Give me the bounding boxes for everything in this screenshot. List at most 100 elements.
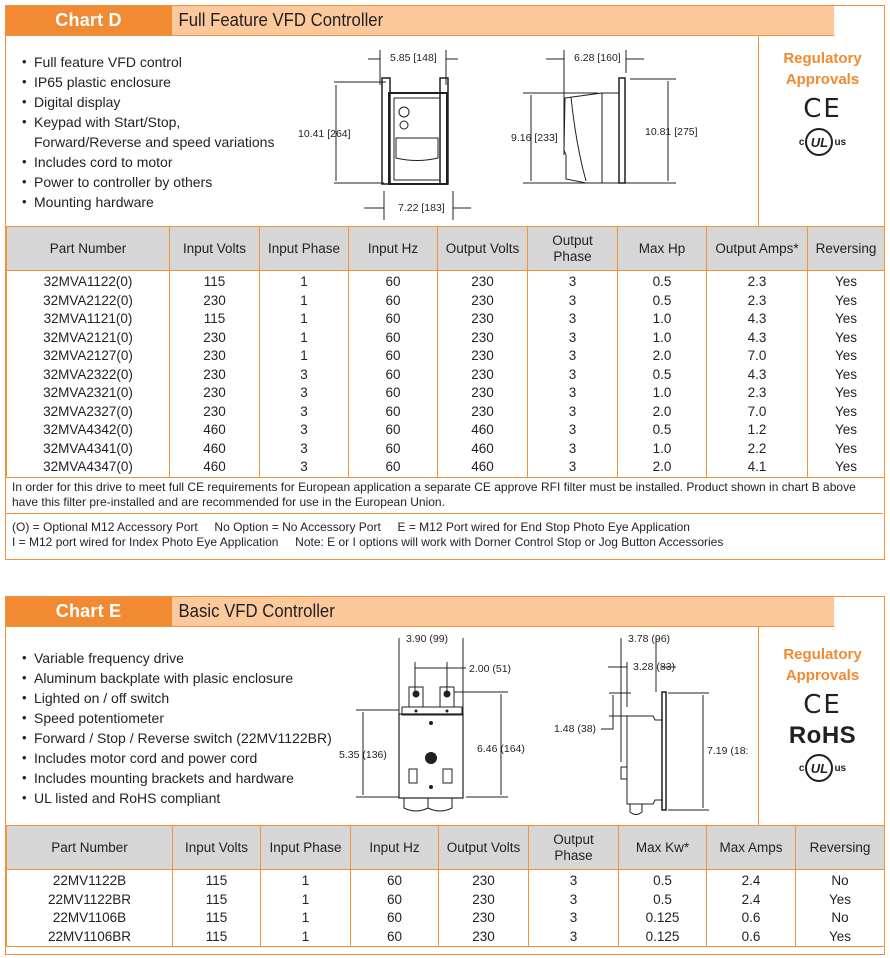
feature-item-text: Forward/Reverse and speed variations bbox=[34, 134, 275, 150]
table-cell: 0.5 bbox=[617, 270, 707, 292]
speed-potentiometer-knob bbox=[425, 752, 437, 764]
option-legend: (O) = Optional M12 Accessory Port No Opt… bbox=[6, 514, 883, 560]
chart-d-section: Chart D Full Feature VFD Controller Full… bbox=[4, 5, 885, 560]
mount-hole bbox=[443, 690, 451, 698]
table-cell: 22MV1106B bbox=[6, 909, 173, 928]
ce-mark-icon: CE bbox=[803, 690, 842, 720]
table-row: 22MV1122BR 115 1 60 230 3 0.5 2.4 Yes bbox=[6, 890, 885, 909]
chart-e-tag: Chart E bbox=[5, 597, 172, 627]
display-circle bbox=[398, 106, 410, 118]
feature-item-continuation: Forward/Reverse and speed variations bbox=[22, 132, 274, 152]
screw bbox=[429, 721, 433, 725]
table-cell: Yes bbox=[807, 310, 885, 329]
table-cell: 32MVA2321(0) bbox=[6, 384, 170, 403]
col-header: Output Volts bbox=[438, 825, 529, 870]
table-cell: 1.0 bbox=[617, 384, 707, 403]
table-cell: 115 bbox=[172, 869, 261, 891]
table-cell: 2.4 bbox=[706, 869, 796, 891]
table-cell: 60 bbox=[348, 291, 438, 310]
chart-e-header: Chart E Basic VFD Controller bbox=[4, 596, 885, 627]
table-cell: 2.3 bbox=[706, 291, 808, 310]
table-cell: Yes bbox=[807, 270, 885, 292]
dim-side-body-depth: 3.28 (83) bbox=[633, 661, 675, 673]
table-cell: 0.125 bbox=[618, 927, 707, 947]
col-header: Input Hz bbox=[348, 226, 438, 271]
table-cell: 60 bbox=[350, 909, 439, 928]
option-legend-line: (O) = Optional M12 Accessory Port No Opt… bbox=[12, 520, 690, 534]
chart-e-table-body: 22MV1122B 115 1 60 230 3 0.5 2.4 No 22MV1122BR 115… bbox=[6, 869, 885, 947]
table-cell: 460 bbox=[169, 439, 260, 458]
table-cell: 230 bbox=[438, 869, 529, 891]
ul-c-label: c bbox=[798, 762, 805, 774]
table-cell: 0.125 bbox=[618, 909, 707, 928]
table-cell: 230 bbox=[437, 365, 528, 384]
table-cell: 1 bbox=[260, 890, 351, 909]
table-cell: 3 bbox=[527, 270, 618, 292]
table-cell: 3 bbox=[259, 402, 349, 421]
table-cell: 22MV1122B bbox=[6, 869, 173, 891]
backplate bbox=[661, 691, 667, 811]
table-cell: 460 bbox=[437, 458, 528, 478]
table-cell: 2.4 bbox=[706, 890, 796, 909]
rohs-mark-icon: RoHS bbox=[788, 722, 857, 749]
chart-e-section: Chart E Basic VFD Controller Variable fr… bbox=[4, 596, 886, 955]
table-cell: No bbox=[795, 869, 885, 891]
table-cell: Yes bbox=[807, 458, 885, 478]
col-header: Max Hp bbox=[617, 226, 707, 271]
ul-c-label: c bbox=[798, 136, 805, 148]
chart-d-table-body: 32MVA1122(0) 115 1 60 230 3 0.5 2.3 Yes 32MVA2122… bbox=[6, 270, 885, 478]
chart-d-tag: Chart D bbox=[5, 6, 172, 36]
table-cell: 1 bbox=[259, 347, 349, 366]
feature-item: Power to controller by others bbox=[22, 172, 274, 192]
table-cell: Yes bbox=[807, 439, 885, 458]
table-cell: 230 bbox=[438, 927, 529, 947]
col-header: Reversing bbox=[807, 226, 885, 271]
table-cell: 32MVA2122(0) bbox=[6, 291, 170, 310]
table-cell: 3 bbox=[259, 384, 349, 403]
chart-e-features-panel: Variable frequency drive Aluminum backpl… bbox=[6, 627, 886, 825]
table-cell: 3 bbox=[527, 328, 618, 347]
table-cell: 60 bbox=[350, 890, 439, 909]
table-cell: Yes bbox=[795, 890, 885, 909]
ul-us-label: us bbox=[834, 136, 847, 148]
table-cell: 32MVA4341(0) bbox=[6, 439, 170, 458]
table-cell: 22MV1106BR bbox=[6, 927, 173, 947]
table-cell: 3 bbox=[527, 458, 618, 478]
table-cell: 230 bbox=[437, 328, 528, 347]
table-cell: 3 bbox=[528, 909, 619, 928]
feature-item: Includes mounting brackets and hardware bbox=[22, 768, 332, 788]
dim-side-total-height: 7.19 (18: bbox=[707, 745, 748, 757]
table-cell: 7.0 bbox=[706, 347, 808, 366]
col-header: Output Volts bbox=[437, 226, 528, 271]
ul-us-label: us bbox=[834, 762, 847, 774]
table-cell: 60 bbox=[348, 402, 438, 421]
table-header-row: Part Number Input Volts Input Phase Inpu… bbox=[6, 226, 885, 271]
table-cell: 230 bbox=[437, 402, 528, 421]
chart-d-title: Full Feature VFD Controller bbox=[171, 6, 834, 36]
dim-front-bottom-width: 7.22 [183] bbox=[398, 202, 445, 214]
table-cell: 2.3 bbox=[706, 270, 808, 292]
mount-plate bbox=[618, 77, 626, 184]
table-cell: 1 bbox=[259, 328, 349, 347]
table-cell: 4.3 bbox=[706, 365, 808, 384]
col-header: Output Phase bbox=[528, 825, 619, 870]
table-cell: 1 bbox=[259, 310, 349, 329]
table-cell: 3 bbox=[527, 347, 618, 366]
table-cell: Yes bbox=[807, 328, 885, 347]
feature-item: Aluminum backplate with plasic enclosure bbox=[22, 668, 332, 688]
table-cell: 2.3 bbox=[706, 384, 808, 403]
direction-switch bbox=[442, 768, 453, 784]
table-cell: 115 bbox=[169, 270, 260, 292]
screw bbox=[429, 785, 433, 789]
feature-item: Variable frequency drive bbox=[22, 648, 332, 668]
enclosure-side bbox=[626, 715, 663, 805]
table-cell: 60 bbox=[348, 328, 438, 347]
table-row: 32MVA2321(0) 230 3 60 230 3 1.0 2.3 Yes bbox=[6, 384, 885, 403]
feature-item: Forward / Stop / Reverse switch (22MV112… bbox=[22, 728, 332, 748]
table-cell: 230 bbox=[169, 402, 260, 421]
table-cell: 60 bbox=[348, 384, 438, 403]
table-cell: 60 bbox=[348, 310, 438, 329]
table-cell: 0.5 bbox=[618, 890, 707, 909]
table-cell: 230 bbox=[169, 291, 260, 310]
table-cell: 32MVA1121(0) bbox=[6, 310, 170, 329]
